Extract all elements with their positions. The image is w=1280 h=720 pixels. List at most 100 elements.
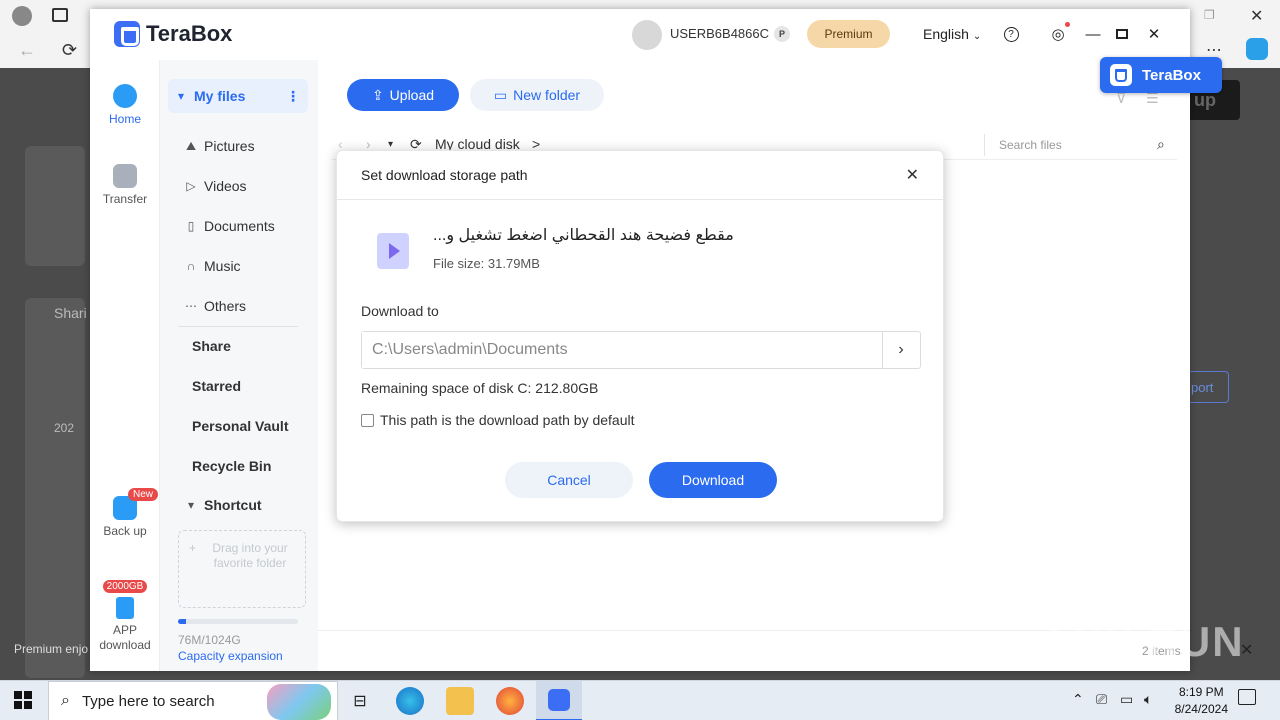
notification-center-icon[interactable] xyxy=(1238,689,1256,705)
restore-icon[interactable]: ❐ xyxy=(1204,8,1215,22)
sidebar-item-label: Videos xyxy=(204,178,247,194)
new-folder-label: New folder xyxy=(513,87,581,103)
sidebar-item-starred[interactable]: Starred xyxy=(168,369,308,403)
plus-icon: + xyxy=(189,541,197,555)
left-rail: Home Transfer Back up New 2000GB APP dow… xyxy=(90,60,160,671)
browser-close-icon[interactable]: ✕ xyxy=(1250,6,1263,26)
my-files-label: My files xyxy=(194,88,246,104)
minimize-icon[interactable]: — xyxy=(1081,22,1105,46)
rail-home[interactable]: Home xyxy=(90,84,160,126)
sidebar-item-personal-vault[interactable]: Personal Vault xyxy=(168,409,308,443)
terabox-logo-icon xyxy=(114,21,140,47)
tab-icon[interactable] xyxy=(52,8,68,22)
firefox-icon[interactable] xyxy=(496,687,524,715)
profile-icon[interactable] xyxy=(12,6,32,26)
search-input[interactable]: Search files xyxy=(984,134,1174,156)
sidebar-item-my-files[interactable]: ▾ My files ⋮ xyxy=(168,79,308,113)
volume-icon[interactable]: 🔈︎ xyxy=(1144,691,1152,708)
history-dropdown-icon[interactable]: ▾ xyxy=(388,139,393,150)
play-icon: ▷ xyxy=(186,179,196,193)
clock-date: 8/24/2024 xyxy=(1174,702,1228,716)
dialog-close-icon[interactable]: ✕ xyxy=(906,165,919,185)
rail-backup[interactable]: Back up New xyxy=(90,488,160,538)
chevron-up-icon[interactable]: ⌃ xyxy=(1072,691,1084,708)
search-icon[interactable]: ⌕ xyxy=(1157,136,1165,153)
task-view-icon[interactable]: ⊟ xyxy=(346,687,374,715)
cancel-button[interactable]: Cancel xyxy=(505,462,633,498)
dots-icon: ⋯ xyxy=(185,299,197,313)
sidebar-item-recycle-bin[interactable]: Recycle Bin xyxy=(168,449,308,483)
language-select[interactable]: English ⌄ xyxy=(923,26,981,42)
folder-plus-icon: ▭ xyxy=(493,86,508,103)
rail-backup-label: Back up xyxy=(103,524,147,538)
terabox-logo: TeraBox xyxy=(114,21,232,47)
sidebar-item-label: Others xyxy=(204,298,247,314)
network-icon[interactable]: ⎚ xyxy=(1096,691,1107,708)
reload-icon[interactable]: ⟳ xyxy=(62,40,77,61)
chevron-right-icon: › xyxy=(898,341,904,358)
premium-button[interactable]: Premium xyxy=(807,20,890,48)
bg-year-text: 202 xyxy=(54,421,75,435)
sidebar-item-pictures[interactable]: ⛰ Pictures xyxy=(168,129,308,163)
sidebar-item-music[interactable]: ∩ Music xyxy=(168,249,308,283)
sidebar-item-share[interactable]: Share xyxy=(168,329,308,363)
remaining-space: Remaining space of disk C: 212.80GB xyxy=(361,380,599,396)
more-options-icon[interactable]: ⋮ xyxy=(286,88,300,105)
close-icon[interactable]: ✕ xyxy=(1142,22,1166,46)
upload-icon: ⇪ xyxy=(371,86,384,103)
browse-path-button[interactable]: › xyxy=(882,332,920,368)
taskbar: ⌕ Type here to search ⊟ ⌃ ⎚ ▭ 🔈︎ 8:19 PM… xyxy=(0,680,1280,720)
terabox-taskbar-icon[interactable] xyxy=(536,681,582,720)
terabox-floating-badge[interactable]: TeraBox xyxy=(1100,57,1222,93)
language-label: English xyxy=(923,26,969,42)
headphones-icon: ∩ xyxy=(186,259,196,273)
cloud-icon xyxy=(113,84,137,108)
sidebar: ▾ My files ⋮ ⛰ Pictures ▷ Videos ▯ Document… xyxy=(160,60,318,671)
file-name: مقطع فضيحة هند القحطاني اضغط تشغيل و... xyxy=(433,227,734,244)
bg-premium-text: Premium enjo xyxy=(14,642,89,656)
file-size: File size: 31.79MB xyxy=(433,256,540,271)
capacity-bar xyxy=(178,619,298,624)
capacity-expansion-link[interactable]: Capacity expansion xyxy=(178,649,283,663)
path-input[interactable] xyxy=(362,332,883,368)
sidebar-item-others[interactable]: ⋯ Others xyxy=(168,289,308,323)
file-explorer-icon[interactable] xyxy=(446,687,474,715)
sidebar-item-documents[interactable]: ▯ Documents xyxy=(168,209,308,243)
taskbar-search-placeholder: Type here to search xyxy=(81,692,215,710)
taskbar-search[interactable]: ⌕ Type here to search xyxy=(48,681,338,720)
username[interactable]: USERB6B4866C xyxy=(670,26,769,41)
caret-down-icon: ▾ xyxy=(187,498,195,512)
default-path-label[interactable]: This path is the download path by defaul… xyxy=(380,412,635,428)
back-arrow-icon[interactable]: ← xyxy=(18,40,36,61)
dialog-header: Set download storage path ✕ xyxy=(337,151,943,200)
sidebar-item-shortcut[interactable]: ▾ Shortcut xyxy=(168,488,308,522)
rail-home-label: Home xyxy=(108,112,141,126)
sidebar-item-videos[interactable]: ▷ Videos xyxy=(168,169,308,203)
maximize-icon[interactable] xyxy=(1110,22,1134,46)
bg-port-button[interactable]: port xyxy=(1184,371,1229,403)
picture-icon: ⛰ xyxy=(185,138,197,153)
edge-icon[interactable] xyxy=(396,687,424,715)
copilot-icon[interactable] xyxy=(1246,38,1268,60)
display-icon[interactable]: ▭ xyxy=(1120,691,1133,708)
floating-badge-label: TeraBox xyxy=(1142,66,1201,84)
settings-icon[interactable]: ◎ xyxy=(1046,22,1070,46)
shortcut-drop-zone[interactable]: + Drag into your favorite folder xyxy=(178,530,306,608)
path-field: › xyxy=(361,331,921,369)
help-icon[interactable]: ? xyxy=(999,22,1023,46)
download-to-label: Download to xyxy=(361,303,439,319)
search-highlight-image xyxy=(267,684,331,720)
upload-button[interactable]: ⇪ Upload xyxy=(347,79,459,111)
avatar[interactable] xyxy=(632,20,662,50)
shortcut-label: Shortcut xyxy=(204,497,262,513)
clock[interactable]: 8:19 PM 8/24/2024 xyxy=(1175,684,1228,718)
rail-transfer-label: Transfer xyxy=(102,192,148,206)
new-folder-button[interactable]: ▭ New folder xyxy=(470,79,604,111)
download-button[interactable]: Download xyxy=(649,462,777,498)
sidebar-item-label: Documents xyxy=(204,218,275,234)
default-path-checkbox[interactable] xyxy=(361,413,374,427)
rail-app-download[interactable]: 2000GB APP download xyxy=(90,578,160,653)
windows-start-icon[interactable] xyxy=(14,691,32,709)
rail-transfer[interactable]: Transfer xyxy=(90,164,160,206)
app-download-label: APP download xyxy=(99,623,151,652)
